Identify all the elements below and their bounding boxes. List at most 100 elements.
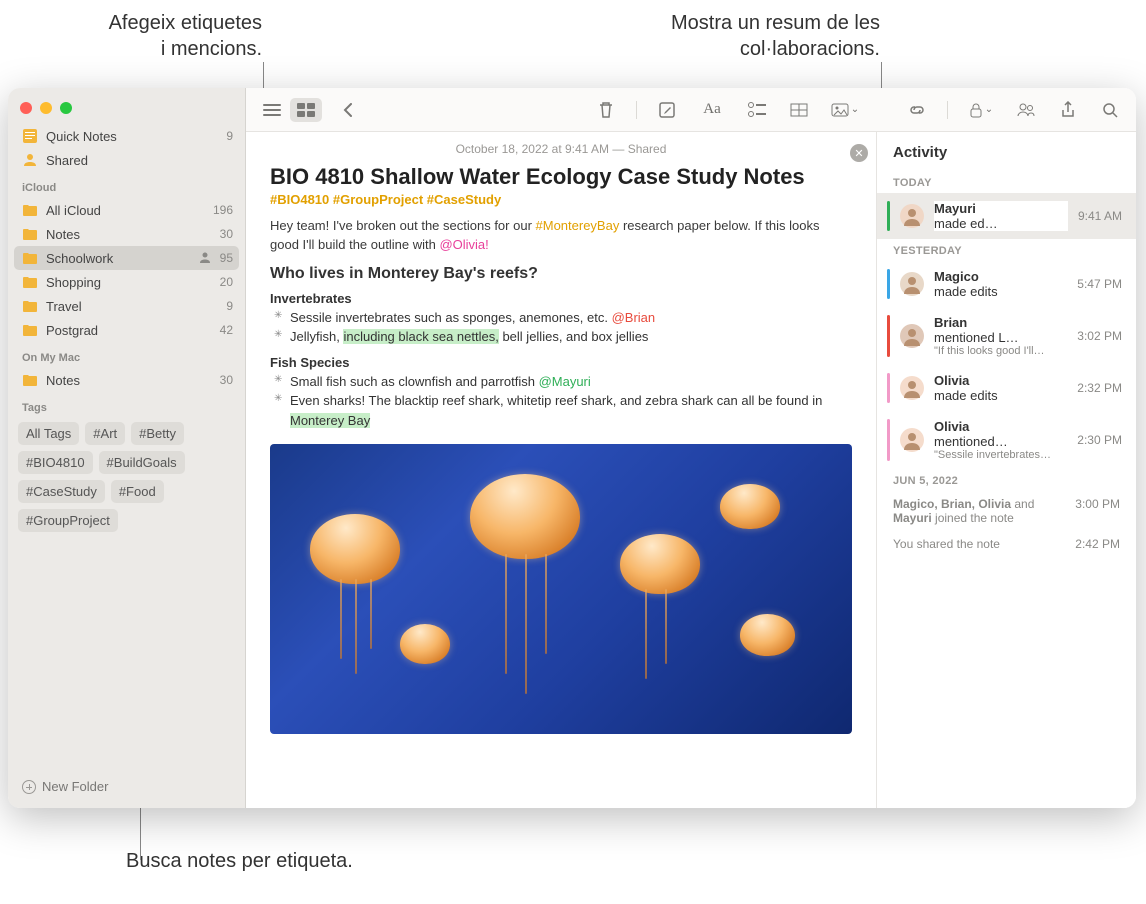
tag-chip[interactable]: #BuildGoals [99,451,185,474]
sidebar-item-label: Shared [46,153,233,168]
activity-section-jun5: JUN 5, 2022 [877,469,1136,491]
note-bullet: Small fish such as clownfish and parrotf… [270,372,852,392]
note-subheading: Fish Species [270,355,852,370]
activity-time: 2:32 PM [1077,381,1122,395]
gallery-view-button[interactable] [290,98,322,122]
activity-color-bar [887,373,890,403]
minimize-window-button[interactable] [40,102,52,114]
activity-time: 5:47 PM [1077,277,1122,291]
sidebar-item-count: 42 [220,323,233,337]
note-editor[interactable]: ✕ October 18, 2022 at 9:41 AM — Shared B… [246,132,876,808]
highlighted-text: Monterey Bay [290,413,370,428]
table-button[interactable] [783,98,815,122]
collaborate-button[interactable] [1010,98,1042,122]
share-button[interactable] [1052,98,1084,122]
sidebar-item-label: Notes [46,227,212,242]
folder-icon [22,202,38,218]
sidebar-item-count: 30 [220,227,233,241]
activity-row[interactable]: Olivia mentioned… "Sessile invertebrates… [877,411,1136,469]
chevron-down-icon: ⌄ [851,104,859,115]
activity-color-bar [887,269,890,299]
main-area: Aa ⌄ ⌄ [246,88,1136,808]
avatar [900,324,924,348]
sidebar-tags: All Tags #Art #Betty #BIO4810 #BuildGoals #Ca… [8,418,245,536]
sidebar-folder-all-icloud[interactable]: All iCloud 196 [8,198,245,222]
activity-time: 3:02 PM [1077,329,1122,343]
folder-icon [22,226,38,242]
activity-text: Mayuri made ed… [934,201,1068,231]
lock-button[interactable]: ⌄ [962,98,1000,122]
note-title: BIO 4810 Shallow Water Ecology Case Stud… [270,164,852,190]
activity-join-entry: Magico, Brian, Olivia and Mayuri joined … [877,491,1136,531]
tag-chip[interactable]: #Art [85,422,125,445]
activity-color-bar [887,419,890,461]
sidebar-folder-travel[interactable]: Travel 9 [8,294,245,318]
checklist-button[interactable] [741,98,773,122]
sidebar-folder-postgrad[interactable]: Postgrad 42 [8,318,245,342]
callout-search-tags: Busca notes per etiqueta. [126,848,353,874]
avatar [900,376,924,400]
sidebar-section-header: iCloud [8,172,245,198]
sidebar-quick-notes[interactable]: Quick Notes 9 [8,124,245,148]
sidebar-item-label: Notes [46,373,212,388]
mention-mayuri[interactable]: @Mayuri [539,374,591,389]
sidebar-folder-notes[interactable]: Notes 30 [8,222,245,246]
sidebar-folder-notes[interactable]: Notes 30 [8,368,245,392]
avatar [900,204,924,228]
note-intro: Hey team! I've broken out the sections f… [270,217,852,255]
note-tags: #BIO4810 #GroupProject #CaseStudy [270,192,852,207]
new-folder-button[interactable]: New Folder [8,771,245,802]
sidebar-item-count: 9 [226,129,233,143]
window-controls [8,96,245,124]
link-button[interactable] [901,98,933,122]
activity-row[interactable]: Mayuri made ed… 9:41 AM [877,193,1136,239]
note-subheading: Invertebrates [270,291,852,306]
sidebar-shared[interactable]: Shared [8,148,245,172]
close-window-button[interactable] [20,102,32,114]
sidebar-section-header: On My Mac [8,342,245,368]
activity-title: Activity [877,144,1136,171]
folder-icon [22,298,38,314]
tag-chip[interactable]: All Tags [18,422,79,445]
sidebar-item-count: 196 [213,203,233,217]
trash-button[interactable] [590,98,622,122]
tag-chip[interactable]: #Betty [131,422,184,445]
activity-panel: Activity TODAY Mayuri made ed… 9:41 AM Y… [876,132,1136,808]
media-button[interactable]: ⌄ [825,98,865,122]
tag-chip[interactable]: #BIO4810 [18,451,93,474]
activity-row[interactable]: Olivia made edits 2:32 PM [877,365,1136,411]
activity-row[interactable]: Brian mentioned L… "If this looks good I… [877,307,1136,365]
back-button[interactable] [332,98,364,122]
new-note-button[interactable] [651,98,683,122]
tag-chip[interactable]: #Food [111,480,164,503]
activity-text: Magico made edits [934,269,1067,299]
activity-text: Olivia mentioned… "Sessile invertebrates… [934,419,1067,461]
folder-icon [22,274,38,290]
list-view-button[interactable] [256,98,288,122]
tag-chip[interactable]: #CaseStudy [18,480,105,503]
shared-icon [22,152,38,168]
mention-olivia[interactable]: @Olivia! [439,237,488,252]
activity-row[interactable]: Magico made edits 5:47 PM [877,261,1136,307]
sidebar-folder-schoolwork[interactable]: Schoolwork 95 [14,246,239,270]
highlighted-text: including black sea nettles, [343,329,498,344]
search-button[interactable] [1094,98,1126,122]
avatar [900,428,924,452]
callout-tags-mentions: Afegeix etiquetes i mencions. [42,10,262,62]
shared-icon [198,251,212,265]
fullscreen-window-button[interactable] [60,102,72,114]
close-activity-button[interactable]: ✕ [850,144,868,162]
format-button[interactable]: Aa [693,98,731,122]
sidebar-item-count: 30 [220,373,233,387]
new-folder-label: New Folder [42,779,108,794]
tag-chip[interactable]: #GroupProject [18,509,118,532]
quick-notes-icon [22,128,38,144]
folder-icon [22,372,38,388]
activity-share-entry: You shared the note 2:42 PM [877,531,1136,557]
note-image-jellyfish [270,444,852,734]
mention-brian[interactable]: @Brian [612,310,656,325]
inline-tag[interactable]: #MontereyBay [536,218,620,233]
sidebar-folder-shopping[interactable]: Shopping 20 [8,270,245,294]
sidebar-item-label: Quick Notes [46,129,218,144]
chevron-down-icon: ⌄ [985,104,993,115]
